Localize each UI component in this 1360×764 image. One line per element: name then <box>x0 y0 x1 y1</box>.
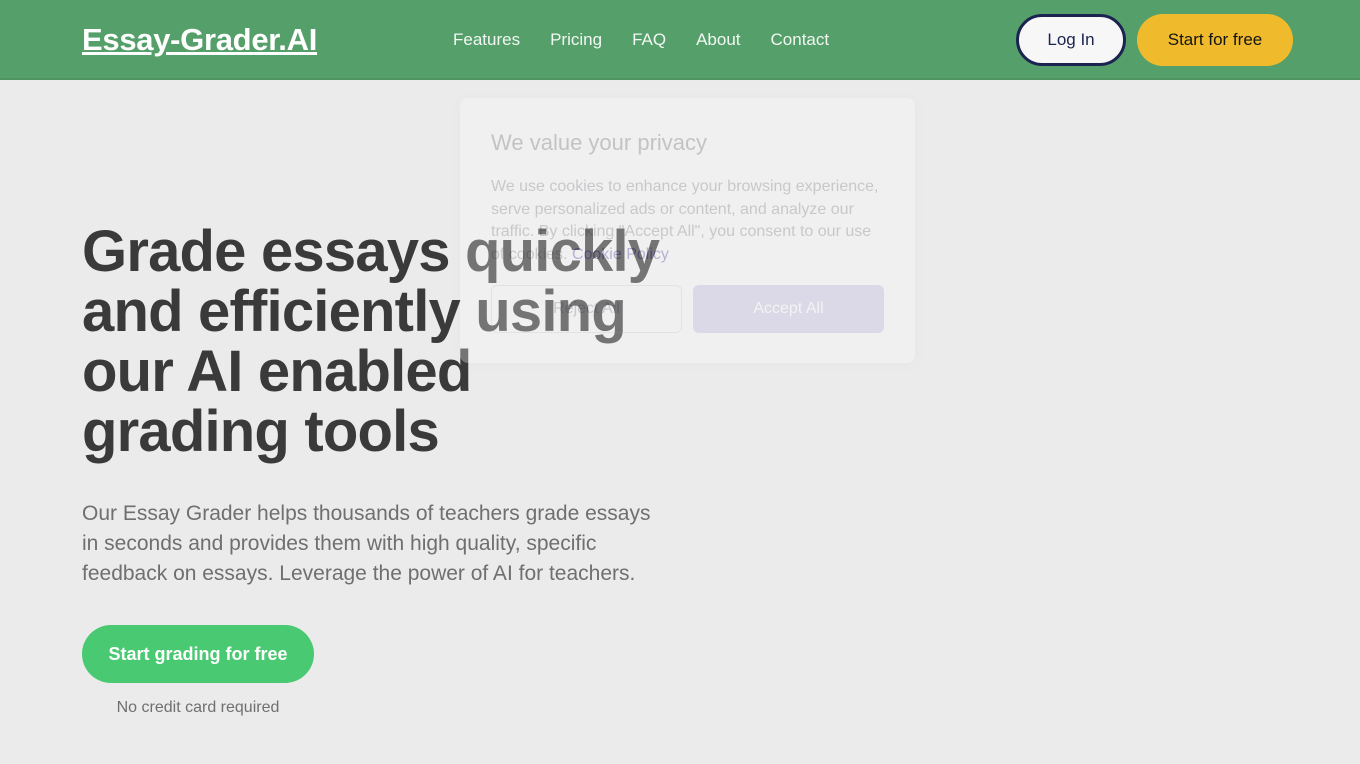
log-in-button[interactable]: Log In <box>1016 14 1126 66</box>
site-header: Essay-Grader.AI Features Pricing FAQ Abo… <box>0 0 1360 80</box>
nav-link-features[interactable]: Features <box>453 29 520 51</box>
main-navigation: Features Pricing FAQ About Contact <box>453 29 829 51</box>
page-title: Grade essays quickly and efficiently usi… <box>82 219 660 464</box>
nav-link-about[interactable]: About <box>696 29 740 51</box>
hero-section: Grade essays quickly and efficiently usi… <box>82 222 702 717</box>
nav-link-pricing[interactable]: Pricing <box>550 29 602 51</box>
no-credit-card-note: No credit card required <box>116 699 280 716</box>
accept-all-button[interactable]: Accept All <box>693 285 884 333</box>
start-for-free-button[interactable]: Start for free <box>1137 14 1293 66</box>
nav-link-faq[interactable]: FAQ <box>632 29 666 51</box>
start-grading-for-free-button[interactable]: Start grading for free <box>82 625 314 683</box>
cookie-dialog-title: We value your privacy <box>491 130 708 155</box>
nav-link-contact[interactable]: Contact <box>771 29 830 51</box>
hero-subtitle: Our Essay Grader helps thousands of teac… <box>82 502 651 585</box>
header-actions: Log In Start for free <box>1016 14 1293 66</box>
brand-logo[interactable]: Essay-Grader.AI <box>82 22 317 58</box>
